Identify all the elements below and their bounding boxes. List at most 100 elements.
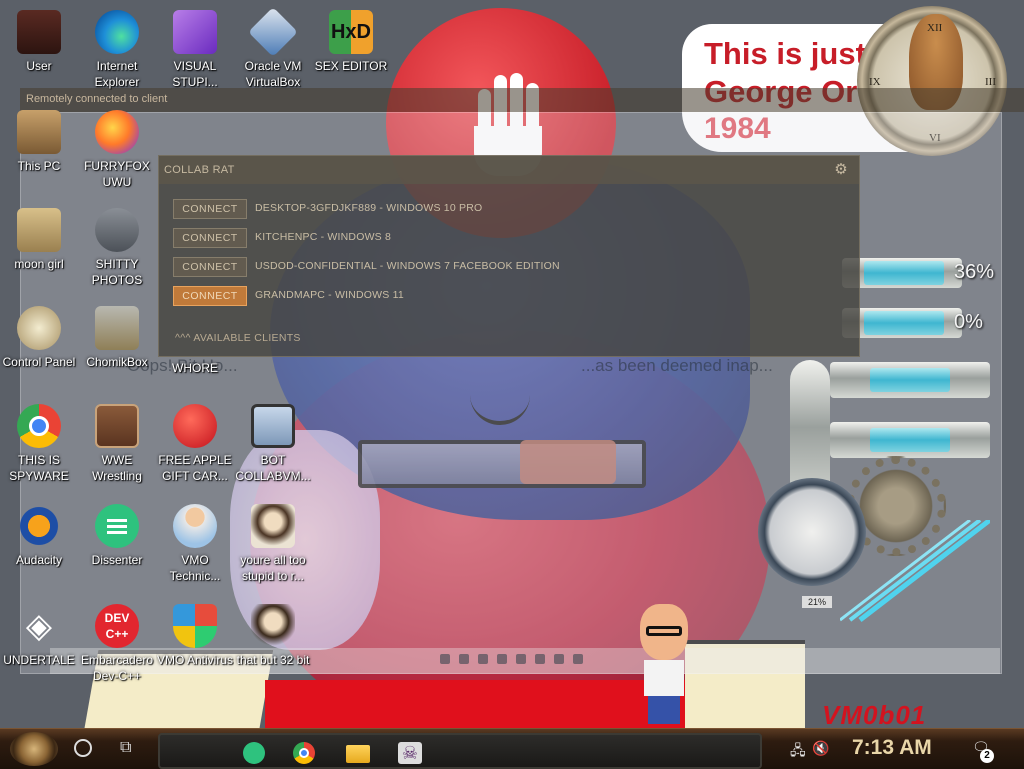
quote-line-1: This is just <box>704 36 866 71</box>
gauge-percent-bottom: 0% <box>954 311 983 333</box>
desktop-icon-bot-collabvm[interactable]: BOT COLLABVM... <box>234 404 312 484</box>
hank-hill-sprite <box>640 604 690 724</box>
client-name: KITCHENPC - WINDOWS 8 <box>255 231 392 243</box>
desktop-icon-vmo-technic[interactable]: VMO Technic... <box>156 504 234 584</box>
desktop-icon-that-but-32bit[interactable]: that but 32 bit <box>234 604 312 668</box>
desktop-icon-label: Internet Explorer <box>94 59 140 89</box>
apple-icon <box>173 404 217 448</box>
desktop-icon-label: FURRYFOX UWU <box>84 159 150 189</box>
desktop-icon-user[interactable]: User <box>0 10 78 74</box>
desktop-icon-furryfox[interactable]: FURRYFOX UWU <box>78 110 156 190</box>
connect-button[interactable]: CONNECT <box>173 199 247 219</box>
edge-icon <box>95 10 139 54</box>
dissenter-icon <box>95 504 139 548</box>
desktop-icon-label: youre all too stupid to r... <box>240 553 306 583</box>
search-icon[interactable] <box>74 739 92 757</box>
desktop-icon-label: UNDERTALE <box>3 653 75 667</box>
desktop-icon-chomikbox[interactable]: ChomikBox <box>78 306 156 370</box>
monitor-icon <box>251 404 295 448</box>
desktop-icon-shitty-photos[interactable]: SHITTY PHOTOS <box>78 208 156 288</box>
client-name: GRANDMAPC - WINDOWS 11 <box>255 289 404 301</box>
volume-muted-icon[interactable]: 🔇 <box>812 740 829 757</box>
connect-button[interactable]: CONNECT <box>173 228 247 248</box>
virtualbox-icon <box>248 7 298 57</box>
vm-watermark-logo: VM0b01 <box>822 700 927 730</box>
desktop-icon-label: THIS IS SPYWARE <box>9 453 69 483</box>
remote-connection-text: Remotely connected to client <box>26 93 168 105</box>
task-view-icon[interactable]: ⧉ <box>120 739 140 757</box>
notification-badge: 2 <box>980 749 994 763</box>
desktop-icon-label: Oracle VM VirtualBox <box>244 59 302 89</box>
desktop-icon-label: User <box>26 59 52 73</box>
desktop-icon-label: VMO Technic... <box>169 553 221 583</box>
connect-button-highlighted[interactable]: CONNECT <box>173 286 247 306</box>
network-icon[interactable]: 🖧 <box>790 740 806 764</box>
connect-button[interactable]: CONNECT <box>173 257 247 277</box>
desktop-icon-label: Control Panel <box>2 355 76 369</box>
chrome-taskbar-icon[interactable] <box>290 741 318 765</box>
moon-girl-icon <box>17 208 61 252</box>
computer-icon <box>17 110 61 154</box>
desktop-icon-youre-all-too-stupid[interactable]: youre all too stupid to r... <box>234 504 312 584</box>
taskbar-clock[interactable]: 7:13 AM <box>852 736 932 760</box>
shield-icon <box>173 604 217 648</box>
desktop-icon-label: VISUAL STUPI... <box>172 59 218 89</box>
firefox-icon <box>95 110 139 154</box>
chomikbox-icon <box>95 306 139 350</box>
taskbar-apps-region: ☠ <box>158 733 762 769</box>
desktop-icon-embarcadero[interactable]: DEV C++ Embarcadero Dev-C++ <box>78 604 156 684</box>
desktop-icon-internet-explorer[interactable]: Internet Explorer <box>78 10 156 90</box>
desktop-icon-label: SHITTY PHOTOS <box>91 257 143 287</box>
desktop-icon-moon-girl[interactable]: moon girl <box>0 208 78 272</box>
gauge-tube-bottom <box>864 311 944 335</box>
desktop-icon-free-apple[interactable]: FREE APPLE GIFT CAR... <box>156 404 234 484</box>
gauge-percent-top: 36% <box>954 261 995 283</box>
desktop-icon-vmo-antivirus[interactable]: VMO Antivirus <box>156 604 234 668</box>
gimp-icon <box>95 208 139 252</box>
overlay-faded-text-right: ...as been deemed inap... <box>581 356 773 375</box>
control-panel-icon <box>17 306 61 350</box>
desktop-icon-wwe-wrestling[interactable]: WWE Wrestling <box>78 404 156 484</box>
audacity-icon <box>17 504 61 548</box>
portrait-icon <box>251 504 295 548</box>
desktop-icon-virtualbox[interactable]: Oracle VM VirtualBox <box>234 7 312 90</box>
desktop-icon-label: ChomikBox <box>86 355 148 369</box>
available-clients-label: ^^^ AVAILABLE CLIENTS <box>175 332 301 344</box>
settings-gear-icon[interactable]: ⚙ <box>833 162 849 178</box>
desktop-icon-label: Embarcadero Dev-C++ <box>80 653 154 683</box>
chrome-icon <box>17 404 61 448</box>
start-button-icon[interactable] <box>10 732 58 766</box>
visual-studio-icon <box>173 10 217 54</box>
client-name: USDOD-CONFIDENTIAL - WINDOWS 7 FACEBOOK … <box>255 260 560 272</box>
desktop-icon-control-panel[interactable]: Control Panel <box>0 306 78 370</box>
devcpp-icon: DEV C++ <box>95 604 139 648</box>
desktop-icon-this-pc[interactable]: This PC <box>0 110 78 174</box>
desktop-icon-visual-studio[interactable]: VISUAL STUPI... <box>156 10 234 90</box>
desktop-icon-label: BOT COLLABVM... <box>235 453 311 483</box>
collab-rat-window: COLLAB RAT ⚙ CONNECT DESKTOP-3GFDJKF889 … <box>158 155 860 357</box>
technician-icon <box>173 504 217 548</box>
desktop-icon-label: This PC <box>17 159 61 173</box>
desktop-icon-sex-editor[interactable]: HxD SEX EDITOR <box>312 10 390 74</box>
skull-taskbar-icon[interactable]: ☠ <box>396 741 424 765</box>
dissenter-taskbar-icon[interactable] <box>240 741 268 765</box>
file-explorer-taskbar-icon[interactable] <box>344 741 372 765</box>
dial-readout: 21% <box>802 596 832 608</box>
desktop-icon-label: SEX EDITOR <box>314 59 388 73</box>
desktop-icon-this-is-spyware[interactable]: THIS IS SPYWARE <box>0 404 78 484</box>
wwe-icon <box>95 404 139 448</box>
gauge-tube-top <box>864 261 944 285</box>
client-name: DESKTOP-3GFDJKF889 - WINDOWS 10 PRO <box>255 202 483 214</box>
desktop-icon-label: FREE APPLE GIFT CAR... <box>158 453 232 483</box>
user-folder-icon <box>17 10 61 54</box>
desktop-icon-whore[interactable]: WHORE <box>156 356 234 376</box>
desktop-icon-audacity[interactable]: Audacity <box>0 504 78 568</box>
desktop-icon-undertale[interactable]: ◈ UNDERTALE <box>0 604 78 668</box>
portrait-icon <box>251 604 295 648</box>
desktop-icon-dissenter[interactable]: Dissenter <box>78 504 156 568</box>
desktop-icon-label: moon girl <box>14 257 64 271</box>
unity-icon: ◈ <box>25 607 53 645</box>
taskbar: ⧉ ☠ 🖧 🔇 7:13 AM 🗨 2 <box>0 728 1024 769</box>
collab-rat-titlebar[interactable]: COLLAB RAT ⚙ <box>159 156 859 184</box>
system-tray: 🖧 🔇 7:13 AM 🗨 2 <box>772 733 1022 765</box>
